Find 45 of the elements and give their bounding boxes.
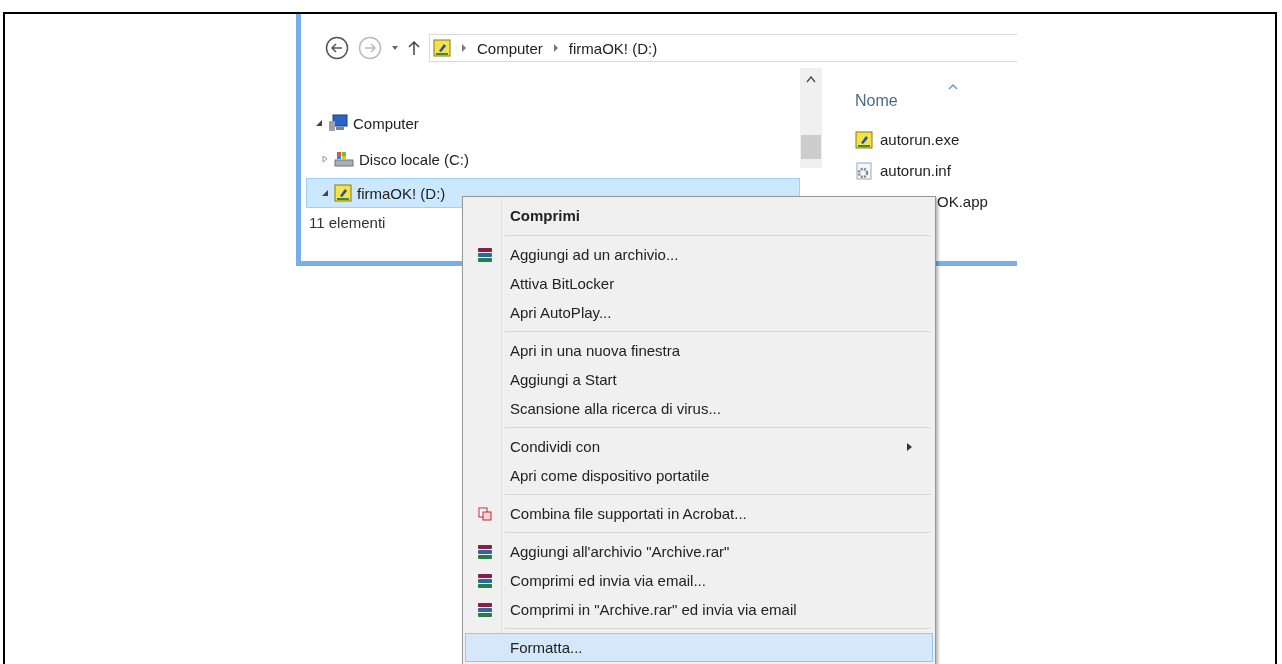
- books-icon: [477, 601, 493, 618]
- usb-drive-icon: [855, 130, 873, 149]
- menu-item[interactable]: Combina file supportati in Acrobat...: [465, 499, 933, 528]
- breadcrumb[interactable]: Computer: [477, 39, 543, 57]
- menu-item[interactable]: Apri come dispositivo portatile: [465, 461, 933, 490]
- menu-item[interactable]: Condividi con: [465, 432, 933, 461]
- column-header[interactable]: Nome: [855, 92, 1017, 110]
- usb-drive-icon: [433, 39, 451, 57]
- breadcrumb[interactable]: firmaOK! (D:): [568, 39, 658, 57]
- collapse-triangle-icon[interactable]: [321, 189, 329, 197]
- menu-item[interactable]: Formatta...: [465, 633, 933, 662]
- file-item[interactable]: autorun.inf: [855, 155, 1017, 186]
- menu-item[interactable]: Aggiungi ad un archivio...: [465, 240, 933, 269]
- tree-item[interactable]: Computer: [306, 108, 800, 138]
- menu-item[interactable]: Apri in una nuova finestra: [465, 336, 933, 365]
- computer-icon: [328, 114, 348, 132]
- books-icon: [477, 572, 493, 589]
- back-icon[interactable]: [325, 36, 349, 60]
- scrollbar[interactable]: [800, 68, 822, 168]
- scrollbar-thumb[interactable]: [801, 135, 821, 159]
- menu-item[interactable]: Comprimi in "Archive.rar" ed invia via email: [465, 595, 933, 624]
- tree-item[interactable]: Disco locale (C:): [306, 144, 800, 174]
- chevron-icon[interactable]: [461, 44, 467, 52]
- documents-icon: [478, 506, 492, 521]
- collapse-triangle-icon[interactable]: [315, 119, 323, 127]
- chevron-icon[interactable]: [552, 44, 559, 52]
- usb-drive-icon: [334, 184, 352, 202]
- scroll-up-icon[interactable]: [806, 76, 816, 83]
- up-arrow-icon[interactable]: [408, 40, 420, 56]
- address-bar[interactable]: Computer firmaOK! (D:): [429, 34, 1017, 62]
- menu-item[interactable]: Comprimi ed invia via email...: [465, 566, 933, 595]
- books-icon: [477, 246, 493, 263]
- menu-item[interactable]: Apri AutoPlay...: [465, 298, 933, 327]
- drive-icon: [334, 150, 354, 168]
- submenu-arrow-icon: [907, 442, 912, 451]
- menu-item[interactable]: Scansione alla ricerca di virus...: [465, 394, 933, 423]
- menu-item[interactable]: Aggiungi a Start: [465, 365, 933, 394]
- file-item[interactable]: autorun.exe: [855, 124, 1017, 155]
- dropdown-icon[interactable]: [391, 45, 399, 51]
- menu-item[interactable]: Attiva BitLocker: [465, 269, 933, 298]
- status-text: 11 elementi: [309, 214, 386, 231]
- menu-item[interactable]: Aggiungi all'archivio "Archive.rar": [465, 537, 933, 566]
- expand-triangle-icon[interactable]: [321, 155, 329, 163]
- settings-file-icon: [855, 161, 873, 180]
- books-icon: [477, 543, 493, 560]
